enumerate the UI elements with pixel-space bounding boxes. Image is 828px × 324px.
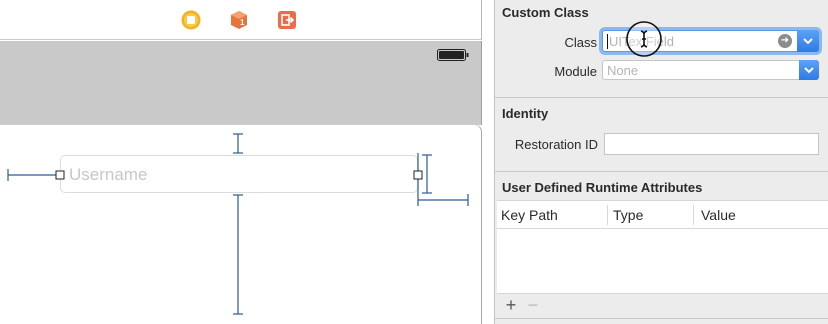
navigate-arrow-icon[interactable]: ➜ [778, 34, 792, 48]
module-label: Module [554, 64, 597, 79]
text-caret [607, 34, 608, 49]
module-combobox[interactable]: None [602, 60, 819, 80]
class-combobox[interactable]: UITextField ➜ [602, 30, 819, 52]
chevron-down-icon [804, 67, 814, 74]
first-responder-icon[interactable]: 1 [229, 10, 249, 30]
scene-dock: 1 [0, 0, 482, 40]
custom-class-title: Custom Class [502, 5, 589, 20]
view-controller-icon[interactable] [181, 10, 201, 30]
module-dropdown-button[interactable] [799, 60, 819, 80]
restoration-id-label: Restoration ID [514, 137, 598, 152]
identity-inspector: Custom Class Class UITextField ➜ Module … [494, 0, 828, 324]
username-textfield[interactable]: Username [60, 155, 418, 193]
column-header-key-path[interactable]: Key Path [501, 207, 558, 223]
root-view[interactable] [0, 124, 482, 324]
module-value: None [607, 63, 639, 78]
class-label: Class [564, 35, 597, 50]
battery-icon [437, 49, 469, 61]
svg-text:1: 1 [240, 18, 245, 27]
section-divider [495, 171, 828, 172]
table-header: Key Path Type Value [497, 201, 828, 229]
section-divider [495, 318, 828, 319]
class-placeholder: UITextField [609, 34, 675, 49]
textfield-placeholder: Username [69, 165, 148, 184]
exit-icon[interactable] [277, 10, 297, 30]
restoration-id-field[interactable] [604, 133, 819, 155]
column-separator [693, 205, 694, 225]
chevron-down-icon [803, 38, 813, 45]
storyboard-canvas[interactable]: 1 Username [0, 0, 494, 324]
column-header-value[interactable]: Value [701, 207, 736, 223]
table-footer: + − [495, 294, 828, 318]
runtime-attributes-title: User Defined Runtime Attributes [502, 180, 703, 195]
add-attribute-button[interactable]: + [503, 296, 519, 314]
column-header-type[interactable]: Type [613, 207, 643, 223]
remove-attribute-button[interactable]: − [525, 296, 541, 314]
class-dropdown-button[interactable] [797, 30, 819, 52]
identity-title: Identity [502, 106, 549, 121]
runtime-attributes-table[interactable]: Key Path Type Value [497, 200, 828, 294]
section-divider [495, 97, 828, 98]
column-separator [607, 205, 608, 225]
simulated-status-bar [0, 41, 482, 125]
